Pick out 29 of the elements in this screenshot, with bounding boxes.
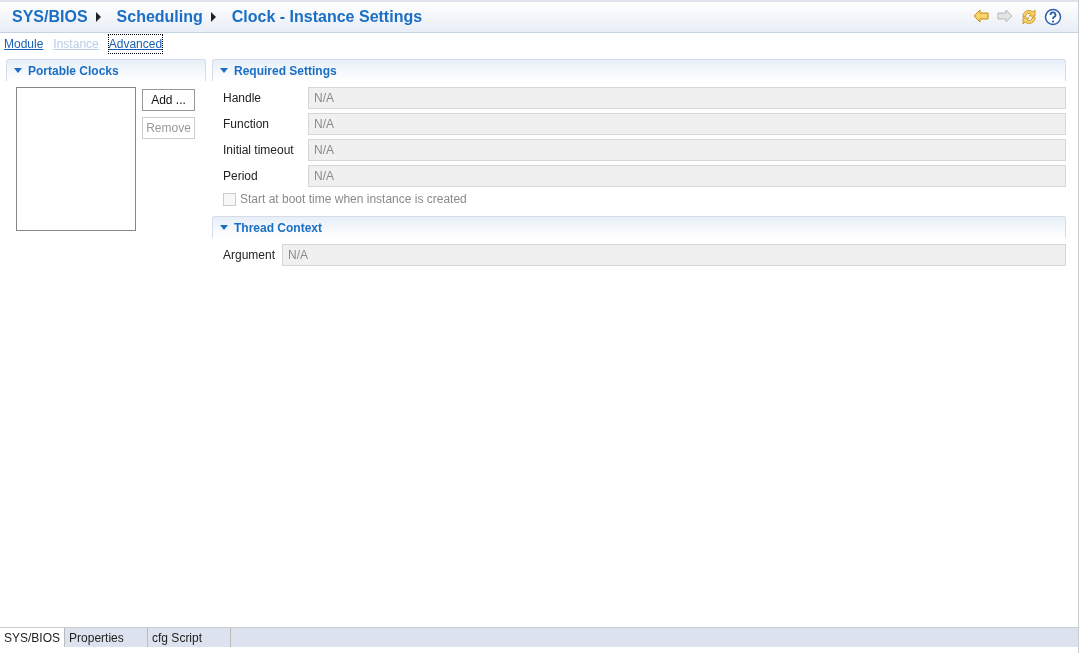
checkbox-label: Start at boot time when instance is created (240, 191, 467, 208)
toggle-triangle-icon (14, 68, 22, 73)
push-button[interactable]: Add ... (142, 89, 195, 111)
breadcrumb-link[interactable]: Scheduling (116, 5, 203, 29)
section-header[interactable]: Portable Clocks (6, 59, 206, 81)
nav-link[interactable]: Advanced (108, 35, 163, 53)
sync-arrows-icon[interactable] (1020, 8, 1038, 26)
separator-icon (210, 12, 216, 22)
input-field[interactable]: N/A (308, 87, 1066, 109)
input-field[interactable]: N/A (282, 244, 1066, 266)
section-header[interactable]: Required Settings (212, 59, 1066, 81)
field-label: Argument (223, 247, 277, 264)
editor-tab[interactable]: SYS/BIOS (0, 628, 66, 647)
input-field[interactable]: N/A (308, 139, 1066, 161)
input-field[interactable]: N/A (308, 165, 1066, 187)
input-field[interactable]: N/A (308, 113, 1066, 135)
nav-link[interactable]: Module (4, 35, 44, 53)
separator-icon (95, 12, 101, 22)
breadcrumb-link[interactable]: SYS/BIOS (12, 5, 88, 29)
breadcrumb-link[interactable]: Clock - Instance Settings (231, 5, 423, 29)
section-header[interactable]: Thread Context (212, 216, 1066, 238)
toggle-triangle-icon (220, 68, 228, 73)
list-box[interactable] (16, 87, 136, 231)
help-icon[interactable] (1044, 8, 1062, 26)
field-label: Initial timeout (223, 142, 295, 159)
field-label: Function (223, 116, 271, 133)
field-label: Handle (223, 90, 263, 107)
field-label: Period (223, 168, 259, 185)
toggle-triangle-icon (220, 225, 228, 230)
